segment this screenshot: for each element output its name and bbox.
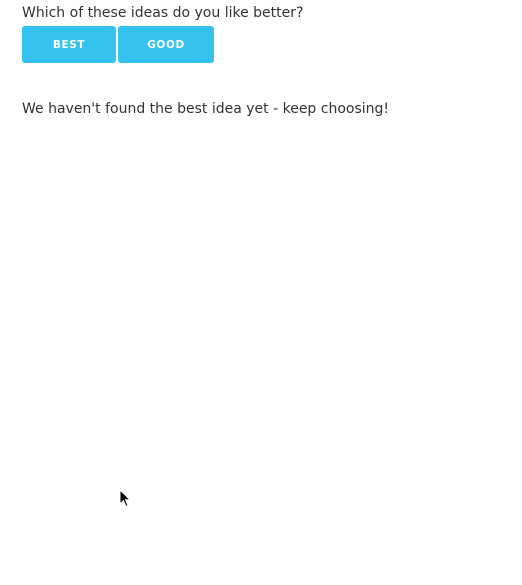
status-message: We haven't found the best idea yet - kee… xyxy=(22,101,390,117)
choice-good-button[interactable]: GOOD xyxy=(118,26,214,63)
choice-buttons: BEST GOOD xyxy=(22,26,214,63)
choice-best-button[interactable]: BEST xyxy=(22,26,116,63)
mouse-pointer-icon xyxy=(119,489,131,508)
question-text: Which of these ideas do you like better? xyxy=(22,5,304,21)
page: Which of these ideas do you like better?… xyxy=(0,0,522,585)
